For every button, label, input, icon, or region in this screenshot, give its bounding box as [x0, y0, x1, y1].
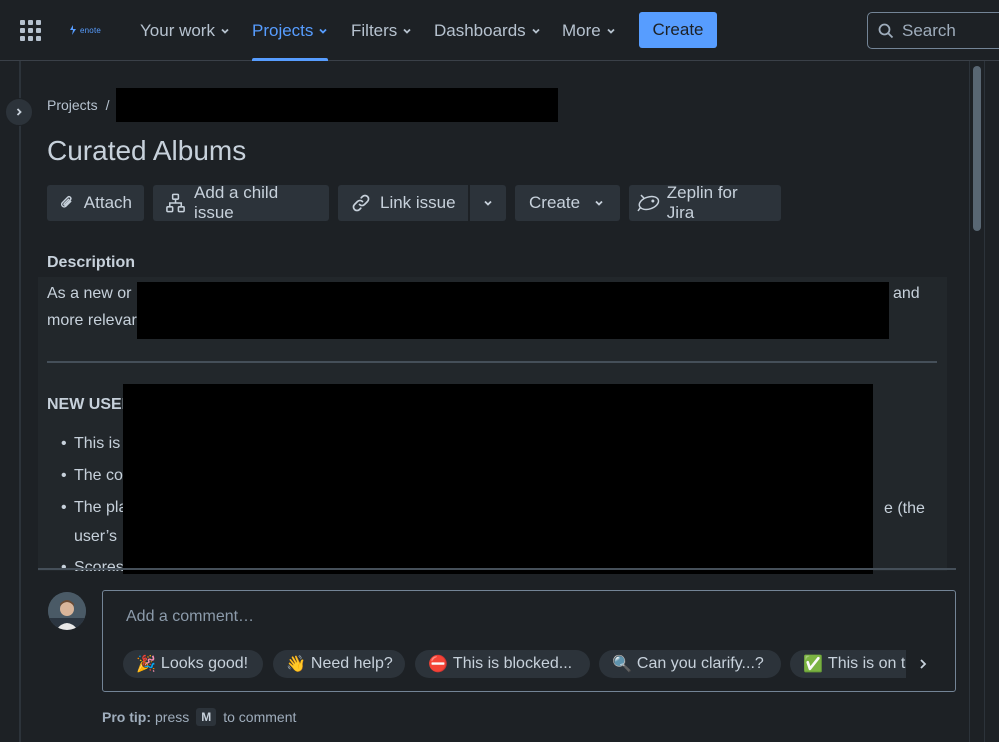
create-button[interactable]: Create: [639, 12, 717, 48]
description-line-2: more relevar: [47, 312, 137, 329]
breadcrumb: Projects /: [47, 97, 109, 113]
chevron-down-icon: [595, 200, 603, 206]
product-logo[interactable]: enote: [68, 22, 101, 38]
horizontal-rule: [47, 361, 937, 363]
nav-more-label: More: [562, 20, 601, 40]
page-title: Curated Albums: [47, 135, 247, 166]
bullet-text: This is: [74, 435, 121, 452]
pro-tip-label: Pro tip:: [102, 709, 151, 725]
paperclip-icon: [61, 195, 72, 208]
nav-your-work[interactable]: Your work: [140, 0, 230, 61]
nav-projects[interactable]: Projects: [252, 0, 329, 61]
link-icon: [352, 194, 370, 212]
redacted-block: [116, 88, 558, 122]
party-icon: 🎉: [136, 656, 156, 673]
chevron-down-icon: [221, 28, 229, 34]
quick-reply-on-track[interactable]: ✅ This is on t: [790, 650, 906, 678]
bullet-continuation: user’s: [74, 528, 117, 545]
nav-your-work-label: Your work: [140, 20, 215, 40]
search-input[interactable]: Search: [867, 12, 999, 49]
attach-button[interactable]: Attach: [47, 185, 144, 221]
scrollbar-thumb[interactable]: [973, 66, 981, 231]
nav-filters-label: Filters: [351, 20, 398, 40]
link-issue-label: Link issue: [380, 193, 456, 212]
chip-label: Can you clarify...?: [636, 655, 764, 672]
comment-placeholder: Add a comment…: [126, 608, 255, 625]
chevron-down-icon: [403, 28, 411, 34]
bullet-text: The pla: [74, 499, 128, 516]
page-scrollbar[interactable]: [969, 61, 985, 742]
pro-tip-end: to comment: [223, 709, 297, 725]
expand-sidebar-button[interactable]: [5, 98, 33, 126]
search-placeholder: Search: [902, 20, 956, 40]
quick-reply-need-help[interactable]: 👋 Need help?: [273, 650, 405, 678]
quick-reply-clarify[interactable]: 🔍 Can you clarify...?: [599, 650, 781, 678]
no-entry-icon: ⛔: [428, 656, 448, 673]
logo-icon: [70, 25, 76, 35]
link-issue-dropdown[interactable]: [470, 185, 506, 221]
chevron-down-icon: [319, 28, 328, 34]
scroll-chips-right-button[interactable]: [913, 654, 933, 674]
description-line-1: As a new or: [47, 285, 132, 302]
top-navigation: enote Your work Projects Filters Dashboa…: [0, 0, 999, 61]
nav-dashboards-label: Dashboards: [434, 20, 526, 40]
chevron-right-icon: [920, 659, 927, 669]
app-switcher-icon[interactable]: [20, 20, 41, 41]
add-child-label: Add a child issue: [194, 183, 279, 222]
zeplin-label: Zeplin for Jira: [666, 183, 738, 222]
bullet-text-end: e (the: [884, 500, 925, 517]
create-dropdown-label: Create: [529, 193, 581, 212]
chevron-right-icon: [16, 108, 22, 116]
check-mark-icon: ✅: [803, 656, 823, 673]
nav-dashboards[interactable]: Dashboards: [434, 0, 541, 61]
chip-label: This is on t: [827, 655, 906, 672]
chip-label: Looks good!: [160, 655, 249, 672]
redacted-block: [123, 384, 873, 574]
attach-label: Attach: [83, 193, 132, 212]
nav-filters[interactable]: Filters: [351, 0, 412, 61]
magnifier-icon: 🔍: [612, 656, 632, 673]
quick-reply-looks-good[interactable]: 🎉 Looks good!: [123, 650, 263, 678]
chevron-down-icon: [484, 200, 492, 206]
avatar[interactable]: [48, 592, 86, 630]
user-avatar-icon: [48, 592, 86, 630]
sidebar-collapsed: [0, 61, 21, 742]
pro-tip: Pro tip: press M to comment: [102, 708, 296, 726]
search-icon: [878, 23, 894, 38]
waving-hand-icon: 👋: [286, 656, 306, 673]
description-heading: Description: [47, 254, 136, 271]
breadcrumb-separator: /: [105, 97, 110, 113]
chevron-down-icon: [532, 28, 540, 34]
bullet-item: This is: [61, 435, 121, 453]
hierarchy-icon: [166, 193, 185, 213]
zeplin-icon: [637, 194, 660, 212]
create-dropdown-button[interactable]: Create: [515, 185, 620, 221]
bullet-text: The co: [74, 467, 123, 484]
nav-projects-label: Projects: [252, 20, 314, 40]
comment-input[interactable]: Add a comment… 🎉 Looks good! 👋 Need help…: [102, 590, 956, 692]
chevron-down-icon: [607, 28, 615, 34]
redacted-block: [137, 282, 889, 339]
add-child-issue-button[interactable]: Add a child issue: [153, 183, 329, 222]
chip-label: Need help?: [310, 655, 393, 672]
description-fade-divider: [38, 568, 956, 570]
bullet-item: The co: [61, 467, 123, 485]
bullet-item: The pla: [61, 499, 128, 517]
pro-tip-press: press: [155, 709, 190, 725]
zeplin-button[interactable]: Zeplin for Jira: [629, 183, 781, 222]
description-line-1-end: and: [893, 285, 920, 302]
breadcrumb-projects[interactable]: Projects: [47, 97, 98, 113]
new-user-heading: NEW USEI: [47, 396, 127, 413]
keyboard-key: M: [196, 708, 217, 726]
nav-more[interactable]: More: [562, 0, 616, 61]
logo-text: enote: [80, 25, 102, 35]
chip-label: This is blocked...: [452, 655, 573, 672]
quick-reply-blocked[interactable]: ⛔ This is blocked...: [415, 650, 590, 678]
